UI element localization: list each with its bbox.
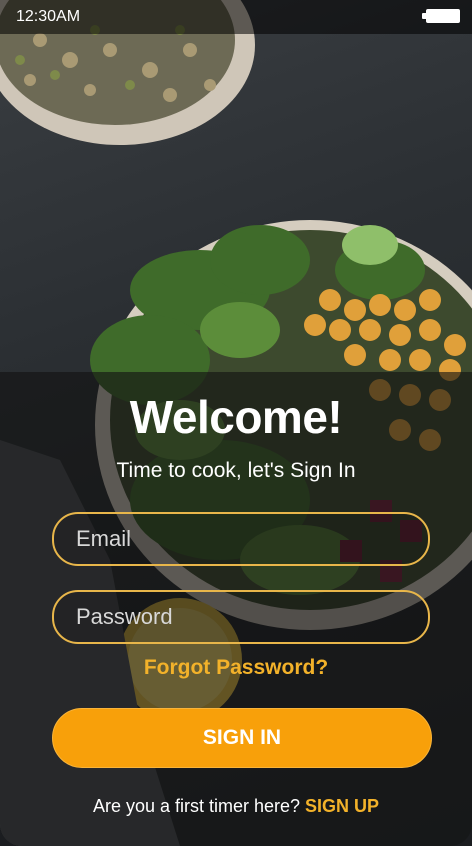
status-bar: 12:30AM [0,0,472,34]
email-field[interactable] [76,514,406,564]
password-field-container [52,590,430,644]
welcome-title: Welcome! [129,391,343,443]
status-time: 12:30AM [16,8,81,25]
email-field-container [52,512,430,566]
password-field[interactable] [76,592,406,642]
battery-icon [422,9,460,23]
sign-in-button[interactable]: SIGN IN [52,708,432,768]
forgot-password-link[interactable]: Forgot Password? [0,656,472,680]
signup-prompt-text: Are you a first timer here? [92,796,301,816]
welcome-subtitle: Time to cook, let's Sign In [116,459,356,482]
signup-prompt: Are you a first timer here? SIGN UP [0,796,472,817]
sign-up-link[interactable]: SIGN UP [305,796,379,816]
login-screen: 12:30AM Welcome! Time to cook, let's Sig… [0,0,472,846]
